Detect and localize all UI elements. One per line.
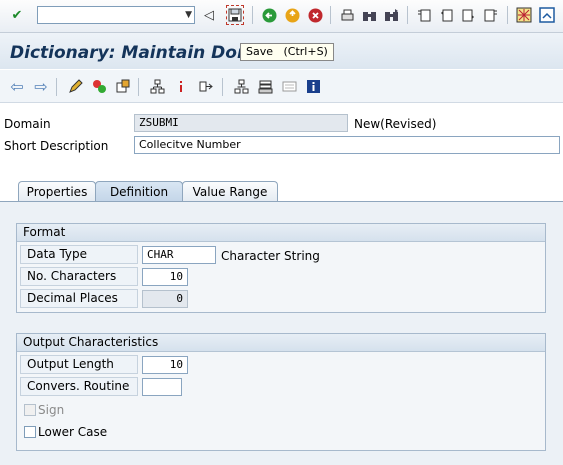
data-type-description: Character String (221, 249, 320, 263)
info-icon[interactable] (304, 77, 322, 95)
display-object-list-icon[interactable] (232, 77, 250, 95)
no-characters-label: No. Characters (20, 267, 138, 286)
output-length-label: Output Length (20, 355, 138, 374)
previous-page-icon[interactable] (437, 6, 455, 24)
convers-routine-label: Convers. Routine (20, 377, 138, 396)
first-page-icon[interactable] (415, 6, 433, 24)
convers-routine-field[interactable] (142, 378, 182, 396)
output-length-field[interactable]: 10 (142, 356, 188, 374)
data-type-field[interactable]: CHAR (142, 246, 216, 264)
customize-layout-icon[interactable] (515, 6, 533, 24)
find-next-icon[interactable] (382, 6, 400, 24)
decimal-places-field: 0 (142, 290, 188, 308)
collapse-arrow-icon[interactable]: ◁ (200, 6, 218, 24)
domain-status: New(Revised) (354, 117, 437, 131)
forward-icon[interactable]: ⇨ (32, 77, 50, 96)
find-icon[interactable] (360, 6, 378, 24)
decimal-places-label: Decimal Places (20, 289, 138, 308)
domain-label: Domain (4, 117, 51, 131)
enter-icon[interactable]: ✔ (8, 6, 26, 24)
print-icon[interactable] (338, 6, 356, 24)
exit-icon[interactable] (283, 6, 301, 24)
tab-properties[interactable]: Properties (18, 181, 96, 202)
next-page-icon[interactable] (459, 6, 477, 24)
save-tooltip: Save (Ctrl+S) (240, 43, 334, 61)
command-input[interactable] (38, 7, 182, 23)
short-description-field[interactable]: Collecitve Number (134, 136, 560, 154)
lower-case-checkbox[interactable] (24, 426, 36, 438)
no-characters-field[interactable]: 10 (142, 268, 188, 286)
system-toolbar: ✔ ▼ ◁ (0, 0, 563, 33)
back-icon[interactable]: ⇦ (8, 77, 26, 96)
where-used-icon[interactable] (172, 77, 190, 95)
format-group-title: Format (17, 224, 545, 242)
short-description-label: Short Description (4, 139, 109, 153)
page-title: Dictionary: Maintain Domain (10, 43, 240, 63)
cancel-icon[interactable] (306, 6, 324, 24)
chevron-down-icon[interactable]: ▼ (185, 10, 192, 20)
tab-value-range[interactable]: Value Range (182, 181, 278, 202)
activate-icon[interactable] (90, 77, 108, 95)
domain-field: ZSUBMI (134, 114, 348, 132)
back-icon[interactable] (260, 6, 278, 24)
sign-label: Sign (38, 403, 65, 417)
help-icon[interactable] (538, 6, 556, 24)
technical-settings-icon[interactable] (256, 77, 274, 95)
last-page-icon[interactable] (481, 6, 499, 24)
navigate-icon[interactable] (196, 77, 214, 95)
data-type-label: Data Type (20, 245, 138, 264)
sign-checkbox (24, 404, 36, 416)
application-toolbar: ⇦ ⇨ (0, 70, 563, 103)
lower-case-label: Lower Case (38, 425, 108, 439)
command-field[interactable]: ▼ (37, 6, 195, 24)
tab-definition[interactable]: Definition (95, 181, 183, 202)
hierarchy-icon[interactable] (148, 77, 166, 95)
output-group-title: Output Characteristics (17, 334, 545, 352)
save-icon[interactable] (226, 5, 244, 25)
edit-icon[interactable] (66, 77, 84, 95)
other-object-icon[interactable] (114, 77, 132, 95)
documentation-icon[interactable] (280, 77, 298, 95)
